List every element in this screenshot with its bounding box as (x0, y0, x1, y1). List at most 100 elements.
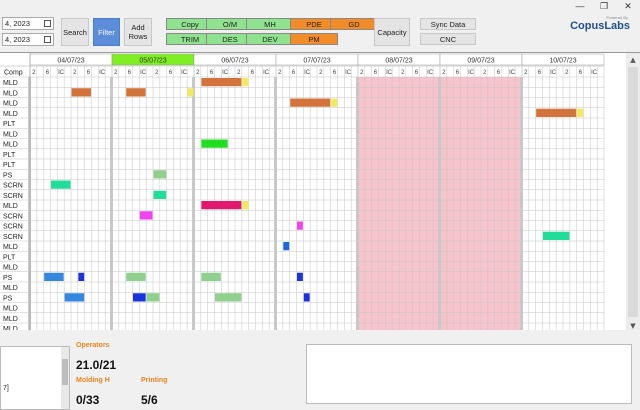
day-label: 05/07/23 (139, 58, 166, 65)
day-separator (28, 77, 31, 330)
slot-label: 2 (196, 70, 200, 76)
operators-label: Operators (76, 342, 110, 349)
row-label: SCRN (3, 224, 23, 231)
row-label: PLT (3, 162, 16, 169)
job-block[interactable] (331, 98, 337, 107)
cnc-button[interactable]: CNC (420, 33, 476, 45)
job-block[interactable] (297, 272, 303, 281)
job-block[interactable] (51, 180, 71, 189)
slot-label: IC (550, 70, 557, 76)
slot-label: 6 (251, 70, 255, 76)
slot-label: 2 (401, 70, 405, 76)
date-to-picker[interactable]: 4, 2023 (2, 33, 54, 46)
job-block[interactable] (187, 88, 194, 97)
app-window: — ❐ ✕ 4, 2023 4, 2023 Search Filter Add … (0, 0, 640, 410)
row-label: MLD (3, 326, 18, 330)
job-block[interactable] (153, 190, 167, 199)
row-label: PS (3, 295, 13, 302)
chip-gd[interactable]: GD (330, 18, 378, 30)
row-label: MLD (3, 131, 18, 138)
job-block[interactable] (133, 293, 146, 302)
slot-label: 6 (292, 70, 296, 76)
slot-label: IC (427, 70, 434, 76)
job-block[interactable] (303, 293, 310, 302)
slot-label: 6 (374, 70, 378, 76)
slot-label: 6 (169, 70, 173, 76)
row-label: SCRN (3, 234, 23, 241)
printing-value: 5/6 (141, 393, 158, 407)
job-block[interactable] (146, 293, 160, 302)
job-block[interactable] (71, 88, 92, 97)
slot-label: IC (468, 70, 475, 76)
notes-text: 7] (3, 385, 9, 392)
job-block[interactable] (297, 221, 303, 230)
job-block[interactable] (242, 201, 249, 210)
job-block[interactable] (139, 211, 153, 220)
capacity-button[interactable]: Capacity (374, 18, 410, 46)
chip-pm[interactable]: PM (290, 33, 338, 45)
slot-label: 6 (415, 70, 419, 76)
slot-label: 2 (565, 70, 569, 76)
job-block[interactable] (543, 231, 570, 240)
slot-label: 6 (538, 70, 542, 76)
job-block[interactable] (126, 88, 146, 97)
add-rows-button[interactable]: Add Rows (124, 18, 152, 46)
slot-label: 6 (210, 70, 214, 76)
job-block[interactable] (44, 272, 64, 281)
row-label: SCRN (3, 213, 23, 220)
slot-label: 2 (237, 70, 241, 76)
day-separator (110, 77, 113, 330)
restore-icon[interactable]: ❐ (592, 0, 616, 12)
slot-label: 2 (483, 70, 487, 76)
calendar-icon[interactable] (44, 36, 51, 43)
job-block[interactable] (201, 139, 228, 148)
row-label: MLD (3, 306, 18, 313)
row-label: MLD (3, 142, 18, 149)
slot-label: 6 (333, 70, 337, 76)
search-button[interactable]: Search (61, 18, 89, 46)
job-block[interactable] (78, 272, 85, 281)
calendar-icon[interactable] (44, 20, 51, 27)
slot-label: 6 (46, 70, 50, 76)
summary-panel: 7] Operators 21.0/21 Molding H 0/33 Prin… (0, 340, 640, 410)
chip-mh[interactable]: MH (246, 18, 294, 30)
job-block[interactable] (201, 78, 242, 87)
schedule-grid[interactable]: 04/07/23 05/07/23 06/07/23 07/07/23 08/07/23… (0, 52, 640, 330)
filter-button[interactable]: Filter (93, 18, 120, 46)
slot-label: IC (345, 70, 352, 76)
job-block[interactable] (126, 272, 146, 281)
sync-data-button[interactable]: Sync Data (420, 18, 476, 30)
job-block[interactable] (283, 242, 290, 251)
slot-label: 6 (579, 70, 583, 76)
notes-list[interactable]: 7] (0, 346, 70, 410)
row-label: PS (3, 172, 13, 179)
slot-label: 2 (524, 70, 528, 76)
job-block[interactable] (577, 108, 583, 117)
job-block[interactable] (290, 98, 331, 107)
scrollbar-thumb[interactable] (62, 359, 68, 385)
close-icon[interactable]: ✕ (616, 0, 640, 12)
slot-label: 2 (442, 70, 446, 76)
scroll-up-icon[interactable]: ▲ (630, 56, 636, 64)
row-label: MLD (3, 244, 18, 251)
slot-label: 2 (278, 70, 282, 76)
job-block[interactable] (242, 78, 249, 87)
job-block[interactable] (215, 293, 242, 302)
slot-label: IC (181, 70, 188, 76)
row-label: MLD (3, 90, 18, 97)
job-block[interactable] (64, 293, 85, 302)
date-from-value: 4, 2023 (5, 19, 31, 28)
scroll-down-icon[interactable]: ▼ (630, 322, 636, 330)
notes-scrollbar[interactable] (61, 347, 69, 409)
chip-dev[interactable]: DEV (246, 33, 294, 45)
date-from-picker[interactable]: 4, 2023 (2, 17, 54, 30)
minimize-icon[interactable]: — (568, 0, 592, 12)
job-block[interactable] (201, 201, 242, 210)
job-block[interactable] (153, 170, 167, 179)
job-block[interactable] (536, 108, 577, 117)
day-separator (274, 77, 277, 330)
job-block[interactable] (201, 272, 221, 281)
row-label: PLT (3, 152, 16, 159)
grid-scrollbar-thumb[interactable] (628, 67, 638, 317)
details-pane[interactable] (306, 344, 632, 404)
